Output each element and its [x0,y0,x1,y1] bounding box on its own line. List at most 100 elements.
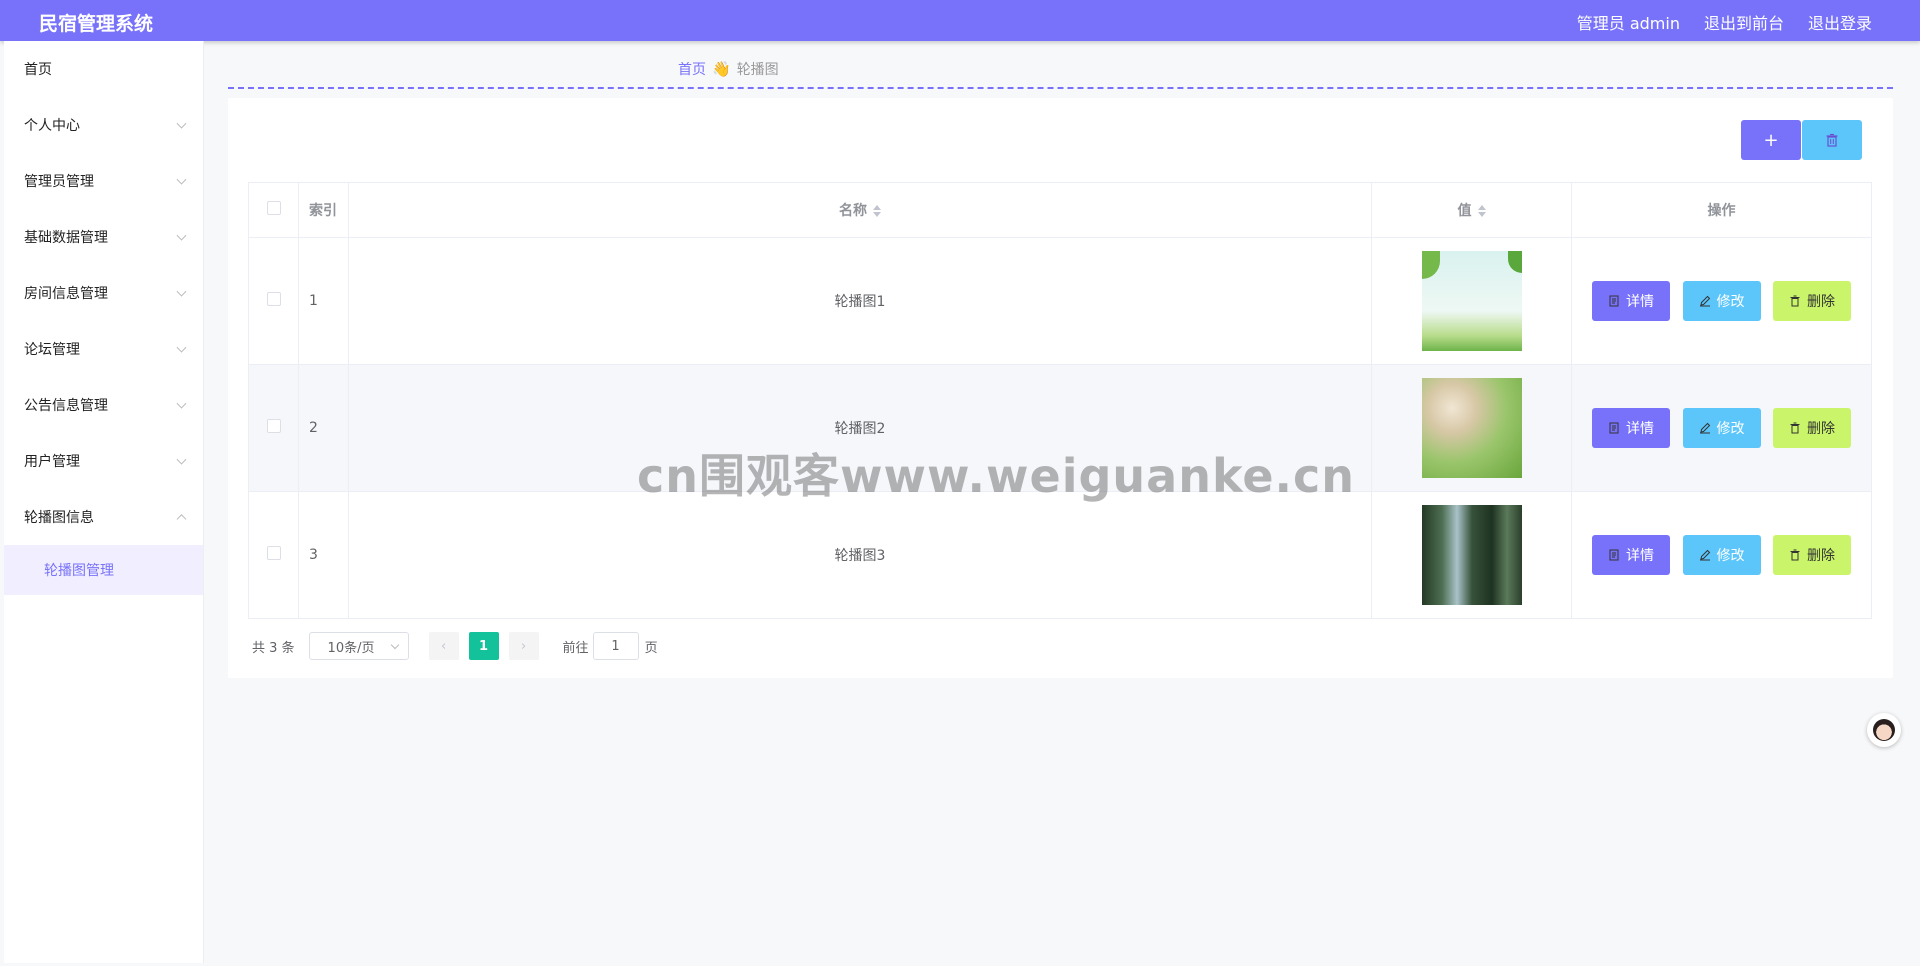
header-nav: 管理员 admin 退出到前台 退出登录 [1577,10,1872,34]
select-all-cell [248,182,299,238]
edit-button[interactable]: 修改 [1682,281,1761,321]
to-frontend-link[interactable]: 退出到前台 [1704,10,1784,34]
chevron-down-icon [176,342,187,353]
detail-button[interactable]: 详情 [1592,408,1671,448]
edit-label: 修改 [1716,548,1745,564]
carousel-table: 索引 名称 值 操作 1 轮播图1 详情 修改 删除 2 轮播图2 详情 修改 [248,182,1872,619]
sidebar-item-room-info[interactable]: 房间信息管理 [4,265,203,321]
row-image-cell [1371,237,1572,365]
add-button[interactable]: + [1741,120,1801,160]
edit-label: 修改 [1716,421,1745,437]
delete-label: 删除 [1806,548,1835,564]
row-checkbox[interactable] [266,419,281,433]
sidebar: 首页 个人中心 管理员管理 基础数据管理 房间信息管理 论坛管理 公告信息管理 … [4,41,204,963]
page-number-current[interactable]: 1 [468,632,499,660]
batch-delete-button[interactable] [1802,120,1862,160]
sidebar-subitem-carousel-management[interactable]: 轮播图管理 [4,545,203,595]
header-name[interactable]: 名称 [348,182,1372,238]
row-image-cell [1371,364,1572,492]
detail-button[interactable]: 详情 [1592,535,1671,575]
sort-icon[interactable] [1477,205,1486,217]
sidebar-item-users[interactable]: 用户管理 [4,433,203,489]
pagination: 共 3 条 10条/页 ‹ 1 › 前往 1 页 [252,632,658,660]
header-value[interactable]: 值 [1371,182,1572,238]
row-checkbox[interactable] [266,292,281,306]
pencil-icon [1699,295,1710,307]
sidebar-item-label: 论坛管理 [24,342,80,358]
header-index: 索引 [298,182,349,238]
trash-icon [1790,549,1800,561]
header-value-label: 值 [1457,203,1472,219]
row-name: 轮播图3 [348,491,1372,619]
avatar-icon [1873,719,1895,741]
row-actions: 详情 修改 删除 [1571,364,1872,492]
carousel-thumbnail [1421,505,1522,605]
trash-icon [1826,133,1838,147]
sidebar-item-label: 首页 [24,62,52,78]
next-page-button[interactable]: › [508,632,539,660]
sidebar-item-forum[interactable]: 论坛管理 [4,321,203,377]
detail-label: 详情 [1626,548,1655,564]
page-suffix: 页 [644,640,658,656]
breadcrumb-home[interactable]: 首页 [678,59,706,79]
row-actions: 详情 修改 删除 [1571,237,1872,365]
sidebar-item-base-data[interactable]: 基础数据管理 [4,209,203,265]
page-size-select[interactable]: 10条/页 [308,632,409,660]
chevron-down-icon [176,174,187,185]
document-icon [1609,422,1619,434]
chevron-up-icon [176,514,187,525]
header-name-label: 名称 [839,203,867,219]
trash-icon [1790,422,1800,434]
carousel-thumbnail [1421,378,1522,478]
carousel-thumbnail [1421,251,1522,351]
app-title: 民宿管理系统 [39,13,154,35]
pagination-total: 共 3 条 [252,640,295,656]
sidebar-item-label: 轮播图信息 [24,510,94,526]
sidebar-item-label: 基础数据管理 [24,230,108,246]
chevron-down-icon [176,286,187,297]
table-row: 2 轮播图2 详情 修改 删除 [248,364,1872,492]
trash-icon [1790,295,1800,307]
row-index: 2 [298,364,349,492]
select-all-checkbox[interactable] [266,201,281,215]
breadcrumb-current: 轮播图 [736,62,779,78]
sort-icon[interactable] [873,205,881,217]
row-name: 轮播图2 [348,364,1372,492]
logout-link[interactable]: 退出登录 [1808,10,1872,34]
document-icon [1609,295,1619,307]
chevron-down-icon [176,454,187,465]
pencil-icon [1699,549,1710,561]
sidebar-item-home[interactable]: 首页 [4,41,203,97]
sidebar-item-label: 个人中心 [24,118,80,134]
sidebar-item-label: 公告信息管理 [24,398,108,414]
row-checkbox[interactable] [266,546,281,560]
user-label: 管理员 admin [1576,14,1680,33]
delete-label: 删除 [1806,421,1835,437]
edit-button[interactable]: 修改 [1682,408,1761,448]
edit-button[interactable]: 修改 [1682,535,1761,575]
prev-page-button[interactable]: ‹ [428,632,459,660]
delete-button[interactable]: 删除 [1772,408,1851,448]
sidebar-item-notice[interactable]: 公告信息管理 [4,377,203,433]
plus-icon: + [1763,129,1779,151]
detail-button[interactable]: 详情 [1592,281,1671,321]
sidebar-item-admin-management[interactable]: 管理员管理 [4,153,203,209]
breadcrumb: 首页 👋 轮播图 [678,59,779,79]
detail-label: 详情 [1626,421,1655,437]
delete-button[interactable]: 删除 [1772,281,1851,321]
breadcrumb-divider [228,87,1893,89]
edit-label: 修改 [1716,294,1745,310]
floating-avatar-button[interactable] [1867,713,1901,747]
document-icon [1609,549,1619,561]
delete-label: 删除 [1806,294,1835,310]
chevron-down-icon [176,398,187,409]
row-checkbox-cell [248,364,299,492]
goto-page-input[interactable]: 1 [592,632,639,660]
goto-label: 前往 [562,640,589,656]
chevron-down-icon [176,118,187,129]
sidebar-item-personal-center[interactable]: 个人中心 [4,97,203,153]
delete-button[interactable]: 删除 [1772,535,1851,575]
sidebar-item-carousel-info[interactable]: 轮播图信息 [4,489,203,545]
sidebar-item-label: 用户管理 [24,454,80,470]
table-row: 3 轮播图3 详情 修改 删除 [248,491,1872,619]
